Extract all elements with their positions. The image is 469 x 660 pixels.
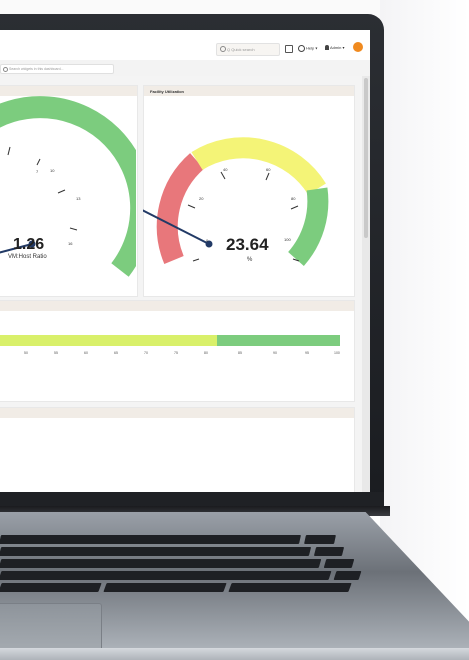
gauge-band-yellow xyxy=(191,137,326,195)
key xyxy=(323,559,355,568)
gauge-unit: % xyxy=(247,257,253,263)
dashboard-search-placeholder: Search widgets in this dashboard... xyxy=(9,67,64,71)
global-search-placeholder: Q Quick search xyxy=(227,47,255,52)
dashboard-search-input[interactable]: Search widgets in this dashboard... xyxy=(0,64,114,74)
calendar-icon[interactable] xyxy=(285,45,293,53)
product-shot: Q Quick search Help ▾ Admin ▾ Search wid… xyxy=(0,0,469,660)
gauge-tick xyxy=(187,204,196,209)
gauge-tick-label: 7 xyxy=(36,169,39,174)
axis-label: 95 xyxy=(305,351,309,355)
gauge-tick xyxy=(290,205,299,210)
gauge-tick xyxy=(69,227,78,231)
search-icon xyxy=(3,67,8,72)
help-menu[interactable]: Help ▾ xyxy=(298,45,317,52)
gauge-tick-label: 60 xyxy=(266,167,271,172)
gauge-tick-label: 80 xyxy=(291,196,296,201)
axis-label: 60 xyxy=(84,351,88,355)
gauge-unit: VM:Host Ratio xyxy=(8,254,47,260)
gauge-tick-label: 13 xyxy=(76,196,81,201)
key xyxy=(0,535,301,544)
search-icon xyxy=(220,46,226,52)
gauge-tick-label: 40 xyxy=(223,167,228,172)
gauge-band-green xyxy=(287,187,329,266)
user-menu[interactable]: Admin ▾ xyxy=(325,45,344,51)
laptop-screen: Q Quick search Help ▾ Admin ▾ Search wid… xyxy=(0,30,370,492)
user-icon xyxy=(325,45,329,51)
gauge-tick-label: 20 xyxy=(199,196,204,201)
panel-header xyxy=(0,408,354,418)
axis-label: 100 xyxy=(334,351,340,355)
gauge-tick-label: 16 xyxy=(68,241,73,246)
help-label: Help xyxy=(306,45,315,51)
gauge-tick-label: 100 xyxy=(284,237,291,242)
axis-label: 80 xyxy=(204,351,208,355)
axis-label: 75 xyxy=(174,351,178,355)
key xyxy=(0,559,322,568)
gauge-value: 1.26 xyxy=(13,236,45,253)
laptop-front-edge xyxy=(0,648,469,660)
linear-gauge-yellow xyxy=(0,335,217,346)
panel-header xyxy=(0,301,354,311)
gauge-spacer xyxy=(0,143,14,151)
axis-label: 70 xyxy=(144,351,148,355)
gauge-tick xyxy=(57,189,66,194)
facility-utilization-gauge xyxy=(143,137,329,266)
spacebar xyxy=(103,583,227,592)
keyboard xyxy=(0,535,390,605)
key xyxy=(313,547,345,556)
gauge-tick-label: 0 xyxy=(206,238,209,243)
lower-panel xyxy=(0,407,355,492)
gauge-tick xyxy=(220,171,226,180)
key xyxy=(333,571,362,580)
key xyxy=(0,571,332,580)
key xyxy=(304,535,336,544)
gauge-band-red xyxy=(156,153,205,265)
help-icon xyxy=(298,45,305,52)
gauge-value: 23.64 xyxy=(226,235,269,254)
key xyxy=(0,583,102,592)
touchpad xyxy=(0,603,102,651)
linear-gauge-green xyxy=(217,335,340,346)
axis-label: 90 xyxy=(273,351,277,355)
key xyxy=(0,547,312,556)
vm-host-ratio-gauge xyxy=(0,96,136,277)
gauge-tick xyxy=(36,158,41,166)
axis-label: 65 xyxy=(114,351,118,355)
gauge-tick xyxy=(265,172,270,181)
global-search-input[interactable]: Q Quick search xyxy=(216,43,280,56)
gauge-tick xyxy=(7,146,11,156)
gauge-tick-label: 10 xyxy=(50,168,55,173)
scrollbar-thumb[interactable] xyxy=(364,78,368,238)
axis-label: 55 xyxy=(54,351,58,355)
axis-label: 85 xyxy=(238,351,242,355)
app-header: Q Quick search Help ▾ Admin ▾ xyxy=(0,30,370,61)
user-label: Admin xyxy=(330,45,342,50)
axis-label: 50 xyxy=(24,351,28,355)
avatar[interactable] xyxy=(353,42,363,52)
key xyxy=(228,583,352,592)
gauge-tick xyxy=(192,258,200,262)
